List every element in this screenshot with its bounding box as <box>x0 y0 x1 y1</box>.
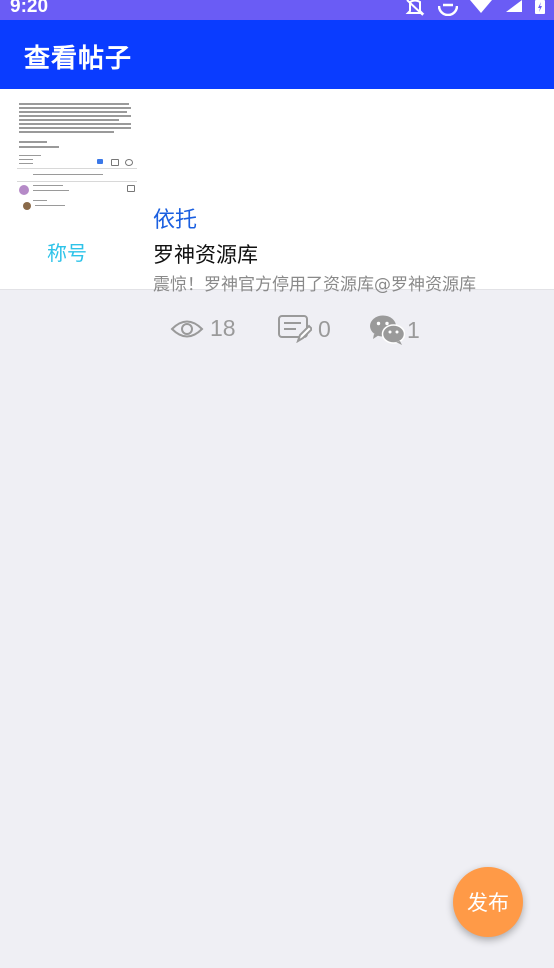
app-bar: 查看帖子 <box>0 20 554 89</box>
wechat-icon <box>370 315 405 345</box>
wechat-stat: 1 <box>370 315 420 345</box>
post-card[interactable]: 称号 依托 罗神资源库 震惊！罗神官方停用了资源库@罗神资源库 18 0 1 <box>0 89 554 345</box>
publish-button-label: 发布 <box>467 891 509 915</box>
status-icons <box>404 0 546 20</box>
author-title-badge[interactable]: 称号 <box>47 237 87 266</box>
notifications-off-icon <box>404 0 426 16</box>
cell-signal-icon <box>504 0 522 14</box>
eye-icon <box>170 318 204 340</box>
comment-edit-icon <box>278 315 312 343</box>
wechat-count: 1 <box>407 316 420 343</box>
comments-stat: 0 <box>278 315 331 343</box>
post-category[interactable]: 依托 <box>153 202 197 234</box>
views-stat: 18 <box>170 315 236 342</box>
views-count: 18 <box>210 315 236 341</box>
wifi-icon <box>470 0 492 14</box>
status-time: 9:20 <box>10 0 49 17</box>
post-thumbnail[interactable] <box>17 101 137 218</box>
page-title: 查看帖子 <box>24 44 133 74</box>
post-title[interactable]: 罗神资源库 <box>153 239 258 269</box>
post-excerpt: 震惊！罗神官方停用了资源库@罗神资源库 <box>153 275 476 295</box>
battery-icon <box>534 0 546 16</box>
comments-count: 0 <box>318 315 331 342</box>
do-not-disturb-icon <box>438 0 458 16</box>
status-bar: 9:20 <box>0 0 554 20</box>
publish-button[interactable]: 发布 <box>453 867 523 937</box>
